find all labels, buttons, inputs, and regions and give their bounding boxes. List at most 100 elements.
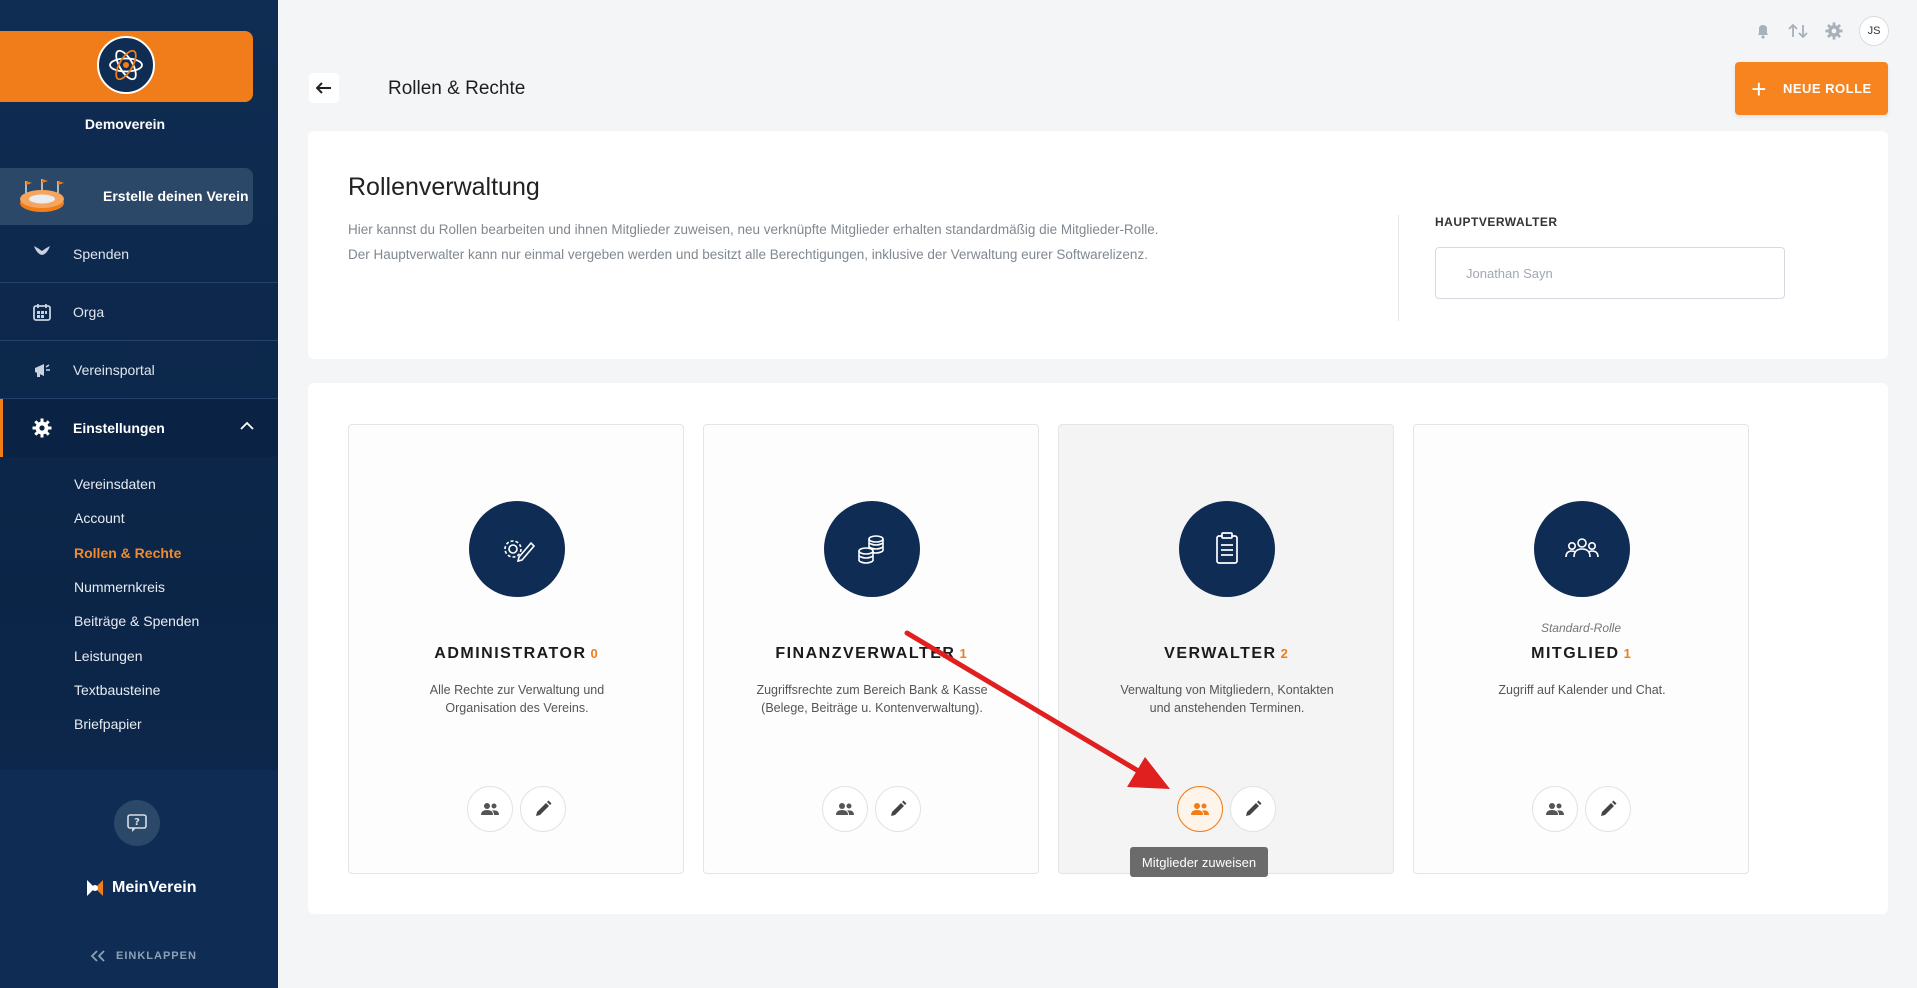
role-name: MITGLIED — [1531, 645, 1620, 662]
subnav-textbausteine[interactable]: Textbausteine — [74, 682, 160, 698]
sort-arrows-icon[interactable] — [1787, 23, 1809, 39]
role-icon-circle — [824, 501, 920, 597]
assign-members-button[interactable] — [1531, 786, 1578, 832]
assign-members-button[interactable] — [466, 786, 513, 832]
chevron-up-icon[interactable] — [239, 421, 255, 431]
sidebar-item-orga[interactable]: Orga — [0, 283, 278, 341]
sidebar-item-label: Spenden — [73, 246, 130, 262]
collapse-sidebar-button[interactable]: EINKLAPPEN — [90, 950, 197, 962]
role-description: Verwaltung von Mitgliedern, Kontakten un… — [1120, 683, 1334, 715]
section-description: Hier kannst du Rollen bearbeiten und ihn… — [348, 217, 1308, 267]
sidebar: Demoverein Erstelle deinen Verein Spende… — [0, 0, 278, 988]
pencil-icon — [1600, 800, 1616, 816]
role-member-count: 1 — [959, 646, 967, 661]
sidebar-item-spenden[interactable]: Spenden — [0, 225, 278, 275]
create-club-label: Erstelle deinen Verein — [103, 188, 249, 204]
create-club-banner[interactable]: Erstelle deinen Verein — [0, 168, 253, 225]
edit-role-button[interactable] — [519, 786, 566, 832]
role-card-administrator: ADMINISTRATOR 0 Alle Rechte zur Verwaltun… — [348, 424, 684, 874]
edit-role-button[interactable] — [1229, 786, 1276, 832]
club-logo[interactable] — [97, 36, 155, 94]
back-button[interactable] — [309, 73, 339, 103]
role-member-count: 0 — [590, 646, 598, 661]
brand-name: MeinVerein — [112, 879, 197, 896]
sidebar-item-vereinsportal[interactable]: Vereinsportal — [0, 341, 278, 399]
role-member-count: 1 — [1623, 646, 1631, 661]
pencil-icon — [1245, 800, 1261, 816]
role-title: ADMINISTRATOR 0 — [349, 645, 683, 663]
help-button[interactable]: ? — [114, 800, 160, 846]
role-title: FINANZVERWALTER 1 — [704, 645, 1038, 663]
role-actions — [1414, 786, 1748, 832]
meinverein-logo-icon — [87, 880, 103, 896]
pencil-icon — [535, 800, 551, 816]
default-role-label: Standard-Rolle — [1540, 621, 1622, 635]
assign-members-button[interactable] — [821, 786, 868, 832]
role-icon-circle — [1179, 501, 1275, 597]
club-name: Demoverein — [84, 116, 166, 132]
subnav-leistungen[interactable]: Leistungen — [74, 648, 143, 664]
megaphone-icon — [32, 360, 52, 380]
main-admin-label: HAUPTVERWALTER — [1435, 215, 1558, 229]
new-role-label: NEUE ROLLE — [1782, 81, 1872, 96]
gear-pencil-icon — [504, 540, 536, 563]
role-actions — [1059, 786, 1393, 832]
edit-role-button[interactable] — [874, 786, 921, 832]
topbar-icons: JS — [1755, 16, 1889, 46]
role-card-mitglied: Standard-Rolle MITGLIED 1 Zugriff auf Kal… — [1413, 424, 1749, 874]
role-description: Zugriffsrechte zum Bereich Bank & Kasse … — [756, 683, 988, 715]
sidebar-item-label: Orga — [73, 304, 105, 320]
page-title: Rollen & Rechte — [388, 78, 526, 99]
role-card-verwalter: VERWALTER 2 Verwaltung von Mitgliedern, K… — [1058, 424, 1394, 874]
assign-members-button[interactable] — [1176, 786, 1223, 832]
users-icon — [480, 803, 499, 815]
pencil-icon — [890, 800, 906, 816]
double-chevron-left-icon — [90, 950, 105, 962]
sidebar-item-label: Vereinsportal — [73, 362, 155, 378]
main-admin-field[interactable]: Jonathan Sayn — [1435, 247, 1785, 299]
new-role-button[interactable]: + NEUE ROLLE — [1735, 62, 1888, 115]
subnav-nummernkreis[interactable]: Nummernkreis — [74, 579, 165, 595]
role-card-finanzverwalter: FINANZVERWALTER 1 Zugriffsrechte zum Bere… — [703, 424, 1039, 874]
subnav-vereinsdaten[interactable]: Vereinsdaten — [74, 476, 156, 492]
users-icon — [835, 803, 854, 815]
role-name: VERWALTER — [1164, 645, 1277, 662]
subnav-account[interactable]: Account — [74, 510, 125, 526]
edit-role-button[interactable] — [1584, 786, 1631, 832]
atom-icon — [109, 49, 143, 81]
role-name: ADMINISTRATOR — [434, 645, 587, 662]
subnav-rollen-rechte[interactable]: Rollen & Rechte — [74, 545, 181, 561]
users-icon — [1190, 803, 1209, 815]
collapse-label: EINKLAPPEN — [116, 950, 197, 962]
tooltip-assign-members: Mitglieder zuweisen — [1130, 847, 1268, 877]
plus-icon: + — [1751, 73, 1767, 104]
meinverein-logo: MeinVerein — [84, 877, 196, 899]
role-description: Alle Rechte zur Verwaltung und Organisat… — [429, 683, 605, 715]
bell-icon[interactable] — [1755, 23, 1771, 39]
role-title: VERWALTER 2 — [1059, 645, 1393, 663]
role-actions — [704, 786, 1038, 832]
role-member-count: 2 — [1280, 646, 1288, 661]
sidebar-footer: ? MeinVerein EINKLAPPEN — [0, 770, 278, 988]
hands-heart-icon — [32, 239, 52, 259]
users-icon — [1545, 803, 1564, 815]
sidebar-item-einstellungen[interactable]: Einstellungen — [0, 399, 278, 457]
arrow-left-icon — [316, 82, 331, 94]
role-actions — [349, 786, 683, 832]
section-title: Rollenverwaltung — [348, 173, 540, 201]
subnav-briefpapier[interactable]: Briefpapier — [74, 716, 142, 732]
role-name: FINANZVERWALTER — [775, 645, 956, 662]
description-line: Hier kannst du Rollen bearbeiten und ihn… — [348, 222, 1159, 237]
settings-gear-icon[interactable] — [1825, 22, 1843, 40]
role-management-card: Rollenverwaltung Hier kannst du Rollen b… — [308, 131, 1888, 359]
role-title: MITGLIED 1 — [1414, 645, 1748, 663]
role-icon-circle — [1534, 501, 1630, 597]
help-chat-icon: ? — [127, 814, 147, 832]
user-avatar[interactable]: JS — [1859, 16, 1889, 46]
role-description: Zugriff auf Kalender und Chat. — [1498, 683, 1666, 697]
clipboard-icon — [1216, 532, 1238, 564]
subnav-beitraege-spenden[interactable]: Beiträge & Spenden — [74, 613, 199, 629]
gear-icon — [32, 418, 52, 438]
calendar-grid-icon — [32, 302, 52, 322]
sidebar-item-label: Einstellungen — [73, 420, 165, 436]
